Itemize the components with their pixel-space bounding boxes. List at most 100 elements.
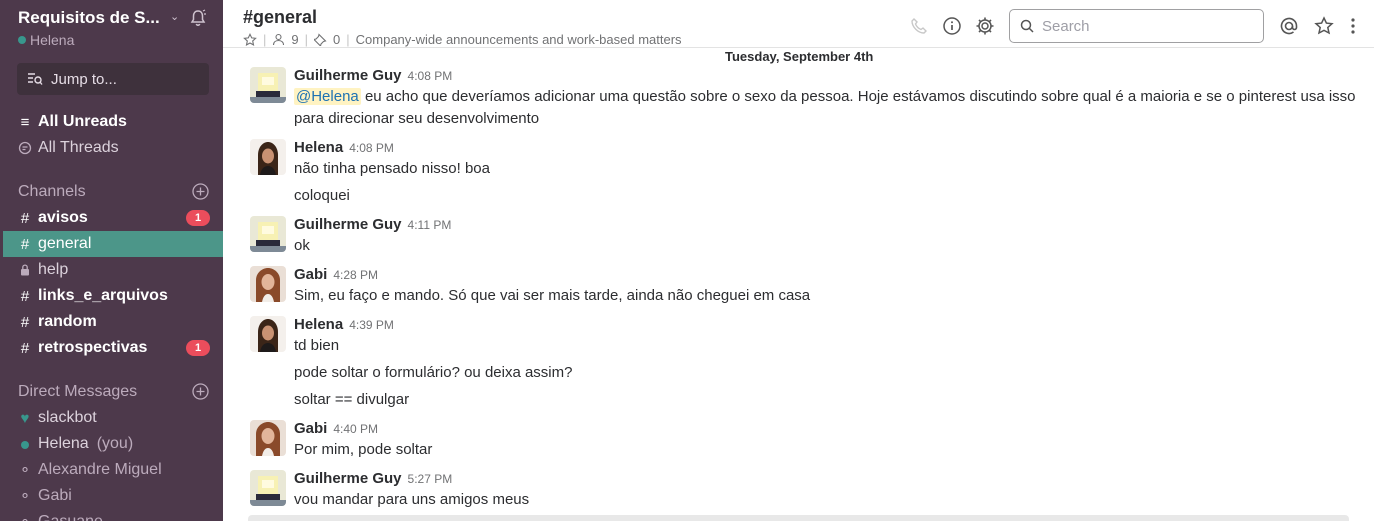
message-author[interactable]: Guilherme Guy xyxy=(294,470,402,487)
dm-you-suffix: (you) xyxy=(96,435,134,452)
add-channel-icon[interactable] xyxy=(192,183,209,200)
message-text: coloquei xyxy=(294,187,350,204)
unread-badge: 1 xyxy=(186,340,210,356)
channel-label: links_e_arquivos xyxy=(38,287,168,304)
dm-label: slackbot xyxy=(38,409,97,426)
nav-all-threads-label: All Threads xyxy=(38,139,119,156)
message-author[interactable]: Gabi xyxy=(294,266,327,283)
message-composer[interactable] xyxy=(248,515,1349,521)
message-time[interactable]: 5:27 PM xyxy=(408,472,453,486)
user-mention[interactable]: @Helena xyxy=(294,88,361,105)
message-time[interactable]: 4:11 PM xyxy=(408,218,452,232)
avatar[interactable] xyxy=(250,266,286,302)
avatar[interactable] xyxy=(250,470,286,506)
message-time[interactable]: 4:39 PM xyxy=(349,318,394,332)
message-time[interactable]: 4:40 PM xyxy=(333,422,378,436)
channels-section-title[interactable]: Channels xyxy=(18,183,86,201)
away-icon: ⚬ xyxy=(18,462,32,479)
hash-icon: # xyxy=(20,313,30,331)
nav-all-threads[interactable]: All Threads xyxy=(0,135,223,161)
channel-title[interactable]: #general xyxy=(243,7,317,28)
dm-label: Gabi xyxy=(38,487,72,504)
bell-icon[interactable] xyxy=(188,8,208,28)
presence-icon xyxy=(18,436,32,453)
gear-icon[interactable] xyxy=(975,16,995,36)
star-icon[interactable] xyxy=(243,32,257,47)
message-text: td bien xyxy=(294,337,340,354)
dm-helena[interactable]: Helena (you) xyxy=(0,431,223,457)
dm-label: Helena xyxy=(38,435,89,452)
avatar[interactable] xyxy=(250,420,286,456)
message-time[interactable]: 4:28 PM xyxy=(333,268,378,282)
unread-badge: 1 xyxy=(186,210,210,226)
jump-to-button[interactable]: Jump to... xyxy=(17,63,209,95)
message-author[interactable]: Helena xyxy=(294,139,343,156)
search-placeholder: Search xyxy=(1042,17,1090,35)
avatar[interactable] xyxy=(250,216,286,252)
message-text: @Helena eu acho que deveríamos adicionar… xyxy=(294,88,1356,127)
nav-all-unreads[interactable]: ≡ All Unreads xyxy=(0,109,223,135)
message-time[interactable]: 4:08 PM xyxy=(408,69,453,83)
channel-label: general xyxy=(38,235,92,252)
dm-alexandre-miguel[interactable]: ⚬ Alexandre Miguel xyxy=(0,457,223,483)
channel-topic[interactable]: Company-wide announcements and work-base… xyxy=(356,32,682,47)
mentions-icon[interactable] xyxy=(1279,16,1299,36)
away-icon: ⚬ xyxy=(18,488,32,505)
main-pane: #general | 9 | 0 | Company-wide announce… xyxy=(223,0,1374,521)
team-header[interactable]: Requisitos de S... ⌄ Helena xyxy=(18,8,213,48)
message-text: ok xyxy=(294,237,310,254)
info-icon[interactable] xyxy=(942,16,962,36)
channel-label: retrospectivas xyxy=(38,339,148,356)
message-text: Sim, eu faço e mando. Só que vai ser mai… xyxy=(294,287,811,304)
pin-count[interactable]: 0 xyxy=(333,32,340,47)
avatar[interactable] xyxy=(250,316,286,352)
current-user[interactable]: Helena xyxy=(18,32,74,48)
hash-icon: # xyxy=(20,339,30,357)
hash-icon: # xyxy=(20,287,30,305)
pin-icon[interactable] xyxy=(314,33,327,46)
message-text: vou mandar para uns amigos meus xyxy=(294,491,530,508)
jump-to-label: Jump to... xyxy=(51,70,117,88)
avatar[interactable] xyxy=(250,139,286,175)
hash-icon: # xyxy=(20,235,30,253)
lock-icon xyxy=(21,264,29,276)
message-author[interactable]: Helena xyxy=(294,316,343,333)
heart-icon: ♥ xyxy=(20,409,30,427)
jump-icon xyxy=(28,73,43,85)
channel-general[interactable]: # general xyxy=(3,231,223,257)
search-input[interactable]: Search xyxy=(1009,9,1264,43)
channel-links-e-arquivos[interactable]: # links_e_arquivos xyxy=(0,283,223,309)
dm-section-title[interactable]: Direct Messages xyxy=(18,383,137,401)
sidebar: Requisitos de S... ⌄ Helena Jump to... ≡… xyxy=(0,0,223,521)
nav-all-unreads-label: All Unreads xyxy=(38,113,127,130)
avatar[interactable] xyxy=(250,67,286,103)
message-text: pode soltar o formulário? ou deixa assim… xyxy=(294,364,573,381)
member-icon[interactable] xyxy=(272,33,285,46)
chevron-down-icon[interactable]: ⌄ xyxy=(170,10,179,23)
channel-meta: | 9 | 0 | Company-wide announcements and… xyxy=(243,32,682,47)
dm-gasuane[interactable]: ⚬ Gasuane xyxy=(0,509,223,521)
dm-gabi[interactable]: ⚬ Gabi xyxy=(0,483,223,509)
member-count[interactable]: 9 xyxy=(291,32,298,47)
channel-help[interactable]: help xyxy=(0,257,223,283)
unreads-icon: ≡ xyxy=(20,113,30,131)
message-time[interactable]: 4:08 PM xyxy=(349,141,394,155)
presence-icon xyxy=(18,36,26,44)
phone-icon[interactable] xyxy=(909,16,929,36)
starred-icon[interactable] xyxy=(1314,16,1334,36)
channel-random[interactable]: # random xyxy=(0,309,223,335)
dm-slackbot[interactable]: ♥ slackbot xyxy=(0,405,223,431)
hash-icon: # xyxy=(20,209,30,227)
message-author[interactable]: Guilherme Guy xyxy=(294,216,402,233)
message-author[interactable]: Gabi xyxy=(294,420,327,437)
more-options-icon[interactable] xyxy=(1343,16,1363,36)
threads-icon xyxy=(18,141,32,155)
team-name[interactable]: Requisitos de S... xyxy=(18,8,178,28)
current-user-name: Helena xyxy=(30,32,75,48)
message-author[interactable]: Guilherme Guy xyxy=(294,67,402,84)
message-text: não tinha pensado nisso! boa xyxy=(294,160,490,177)
channel-label: help xyxy=(38,261,69,278)
date-divider: Tuesday, September 4th xyxy=(223,47,1374,67)
add-dm-icon[interactable] xyxy=(192,383,209,400)
away-icon: ⚬ xyxy=(18,513,32,521)
